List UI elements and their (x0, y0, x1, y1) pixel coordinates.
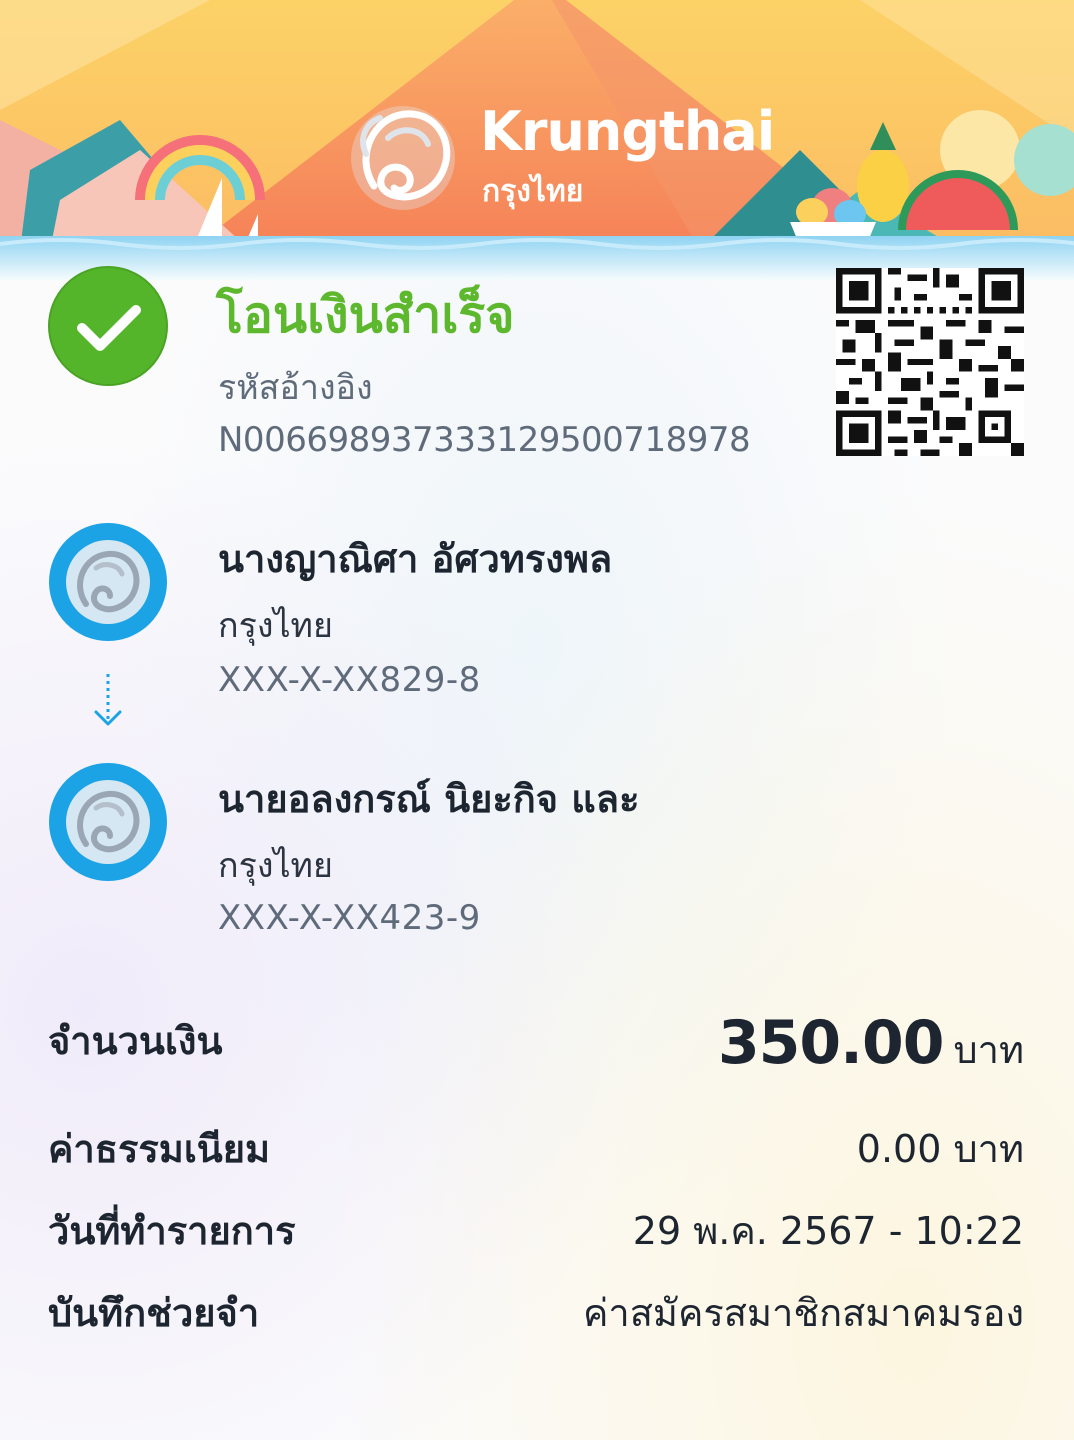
date-label: วันที่ทำรายการ (48, 1209, 296, 1253)
fee-value: 0.00 บาท (856, 1127, 1024, 1171)
sender-bank: กรุงไทย (218, 606, 333, 646)
receiver-bank: กรุงไทย (218, 846, 333, 886)
check-circle-icon (48, 266, 168, 386)
brand-name-en: Krungthai (480, 100, 775, 163)
brand-name-th: กรุงไทย (482, 174, 584, 209)
receiver-name: นายอลงกรณ์ นิยะกิจ และ (218, 777, 640, 821)
sender-name: นางญาณิศา อัศวทรงพล (218, 537, 613, 581)
krungthai-logo-icon (351, 106, 455, 210)
header-banner: Krungthai กรุงไทย (0, 0, 1074, 280)
amount-number: 350.00 (717, 1008, 945, 1078)
krungthai-brand: Krungthai กรุงไทย (344, 96, 775, 226)
amount-value: 350.00 บาท (718, 1008, 1024, 1080)
sender-bank-logo-icon (49, 523, 167, 641)
date-value: 29 พ.ค. 2567 - 10:22 (632, 1209, 1024, 1253)
amount-label: จำนวนเงิน (48, 1019, 223, 1063)
receiver-account: XXX-X-XX423-9 (218, 898, 481, 938)
receiver-bank-logo-icon (49, 763, 167, 881)
transfer-success-title: โอนเงินสำเร็จ (216, 286, 515, 344)
reference-number: N006698937333129500718978 (218, 420, 751, 460)
memo-label: บันทึกช่วยจำ (48, 1291, 260, 1335)
qr-code-icon[interactable] (836, 268, 1024, 456)
sender-account: XXX-X-XX829-8 (218, 660, 481, 700)
reference-label: รหัสอ้างอิง (218, 368, 373, 408)
memo-value: ค่าสมัครสมาชิกสมาคมรอง (582, 1291, 1024, 1335)
amount-unit: บาท (953, 1028, 1024, 1072)
fee-label: ค่าธรรมเนียม (48, 1127, 271, 1171)
arrow-down-icon (94, 674, 122, 726)
